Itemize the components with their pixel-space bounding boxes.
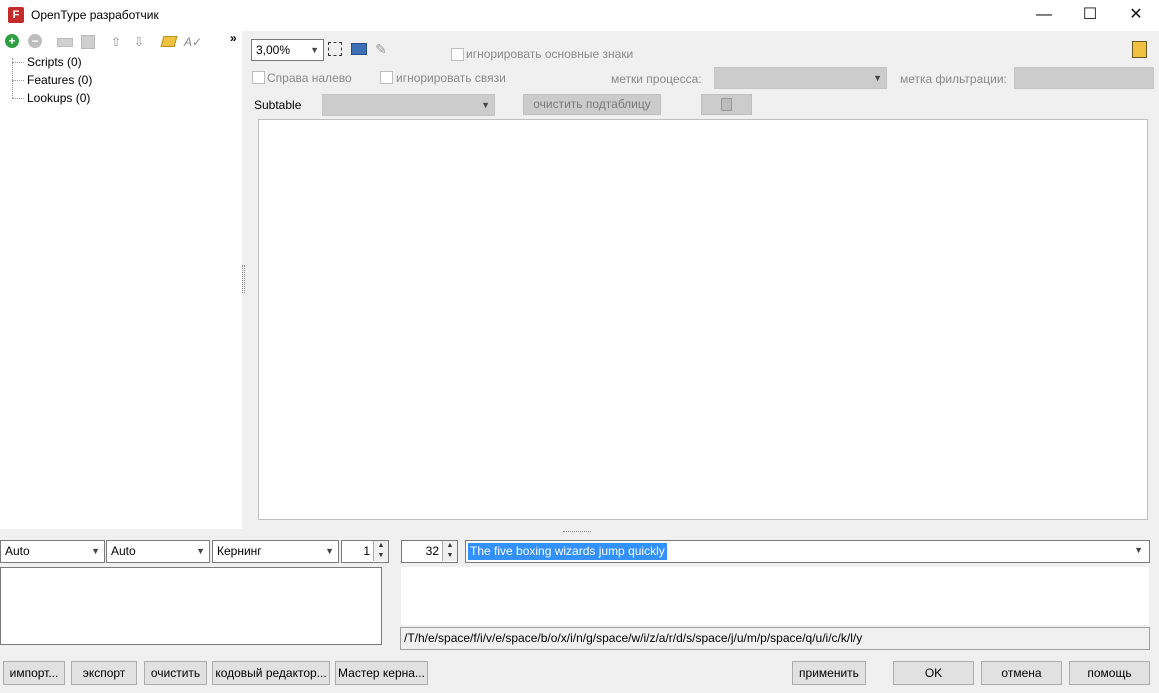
cancel-button[interactable]: отмена [981,661,1062,685]
tree-connector [12,80,24,81]
zoom-select[interactable]: 3,00% ▼ [251,39,324,61]
count-stepper[interactable]: 1 ▲ ▼ [341,540,389,563]
subtable-label: Subtable [254,98,302,112]
script-select[interactable]: Auto ▼ [0,540,105,563]
language-select[interactable]: Auto ▼ [106,540,210,563]
horizontal-splitter[interactable] [563,531,591,534]
process-marks-select[interactable]: ▼ [714,67,887,89]
code-editor-button[interactable]: кодовый редактор... [212,661,330,685]
clear-subtable-button[interactable]: очистить подтаблицу [523,94,661,115]
sample-text-value: The five boxing wizards jump quickly [468,543,667,560]
process-marks-label: метки процесса: [611,72,702,86]
font-app-icon: F [8,7,24,23]
rename-icon[interactable] [57,38,73,47]
minimize-button[interactable]: — [1021,0,1067,31]
sample-text-input[interactable]: The five boxing wizards jump quickly ▼ [465,540,1150,563]
size-stepper[interactable]: 32 ▲ ▼ [401,540,458,563]
chevron-down-icon: ▼ [873,73,882,83]
clear-button[interactable]: очистить [144,661,207,685]
clipboard-icon [721,98,732,111]
move-down-icon[interactable]: ⇩ [131,34,147,50]
ignore-base-label: игнорировать основные знаки [466,47,634,61]
stepper-arrows-icon: ▲ ▼ [442,541,457,561]
remove-icon[interactable]: − [28,34,42,48]
vertical-splitter[interactable] [242,265,245,293]
tree-connector [12,98,24,99]
spell-check-icon[interactable]: A✓ [183,34,203,50]
tree-item-scripts[interactable]: Scripts (0) [27,55,82,69]
tree-connector [12,62,24,63]
chevron-down-icon: ▼ [325,546,334,556]
rtl-checkbox[interactable] [252,71,265,84]
filter-mark-label: метка фильтрации: [900,72,1007,86]
output-text-area[interactable] [0,567,382,645]
lookup-tree-panel [0,31,242,529]
tag-icon[interactable] [160,36,178,47]
paste-subtable-button[interactable] [701,94,752,115]
window-title: OpenType разработчик [31,8,159,22]
tree-item-lookups[interactable]: Lookups (0) [27,91,90,105]
filter-mark-select[interactable] [1014,67,1154,89]
pen-icon[interactable]: ✎ [373,41,389,57]
export-button[interactable]: экспорт [71,661,137,685]
chevron-down-icon: ▼ [196,546,205,556]
title-bar [0,0,1159,31]
fit-view-icon[interactable] [328,42,342,56]
ignore-ligatures-label: игнорировать связи [396,71,506,85]
close-button[interactable]: ✕ [1113,0,1159,31]
clipboard-icon[interactable] [1132,41,1147,58]
chevron-down-icon: ▼ [481,100,490,110]
stepper-arrows-icon: ▲ ▼ [373,541,388,561]
chevron-down-icon: ▼ [1134,545,1143,555]
rtl-label: Справа налево [267,71,352,85]
tree-item-features[interactable]: Features (0) [27,73,92,87]
move-up-icon[interactable]: ⇧ [108,34,124,50]
table-view-icon[interactable] [351,43,367,55]
chevron-down-icon: ▼ [310,45,319,55]
feature-select[interactable]: Кернинг ▼ [212,540,339,563]
chevron-down-icon: ▼ [91,546,100,556]
maximize-button[interactable]: ☐ [1067,0,1113,31]
import-button[interactable]: импорт... [3,661,65,685]
more-tools-icon[interactable]: » [230,31,237,45]
tree-connector [12,58,13,98]
add-icon[interactable]: + [5,34,19,48]
ignore-base-checkbox[interactable] [451,48,464,61]
glyph-preview-box [401,567,1149,625]
ignore-ligatures-checkbox[interactable] [380,71,393,84]
glyph-string-field[interactable]: /T/h/e/space/f/i/v/e/space/b/o/x/i/n/g/s… [400,627,1150,650]
ok-button[interactable]: OK [893,661,974,685]
help-button[interactable]: помощь [1069,661,1150,685]
subtable-select[interactable]: ▼ [322,94,495,116]
kern-master-button[interactable]: Мастер керна... [335,661,428,685]
properties-icon[interactable] [81,35,95,49]
apply-button[interactable]: применить [792,661,866,685]
preview-canvas[interactable] [258,119,1148,520]
